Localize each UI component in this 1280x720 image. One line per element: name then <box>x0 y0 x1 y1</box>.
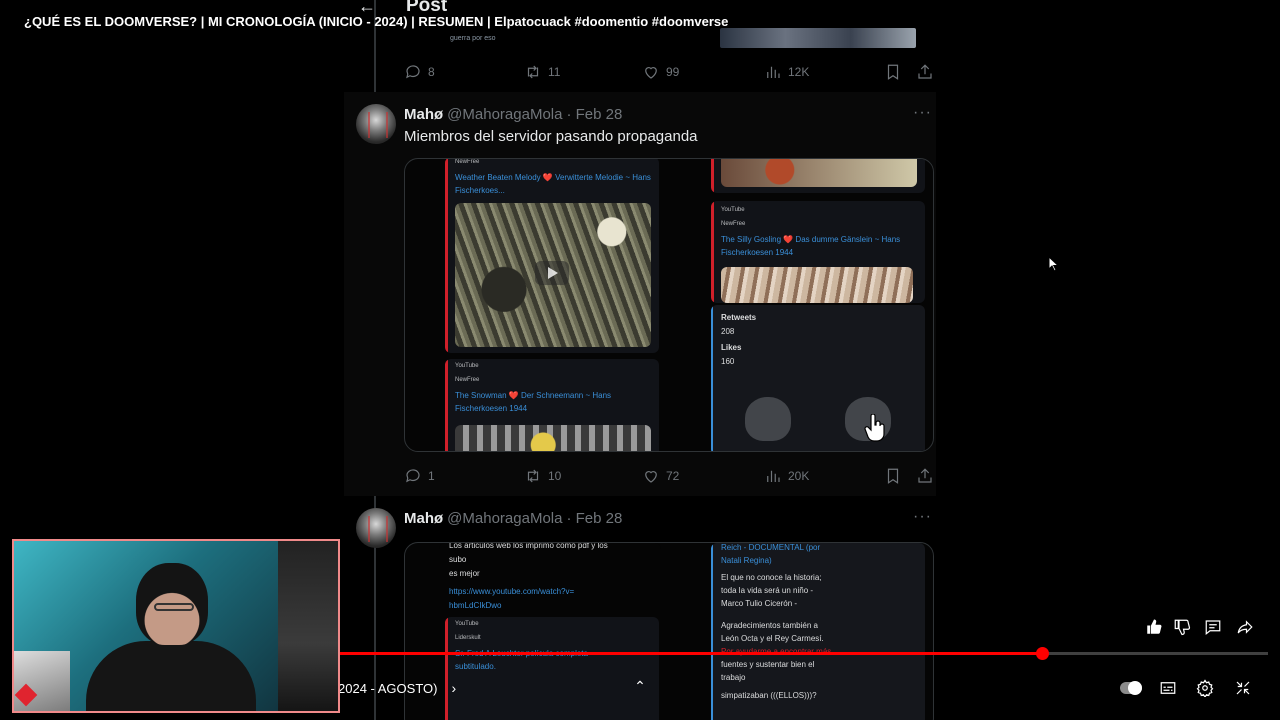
embed-panel <box>711 159 925 193</box>
exit-fullscreen-button[interactable] <box>1231 676 1255 700</box>
reply-icon <box>406 469 420 483</box>
embed-panel: YouTube Liderskult Sr. Fred A Leuchter p… <box>445 617 659 720</box>
author-name[interactable]: Mahø <box>404 510 443 527</box>
repost-icon <box>527 65 539 79</box>
share-tweet-button[interactable] <box>916 467 934 485</box>
video-thumbnail[interactable] <box>455 203 651 347</box>
views-icon <box>767 66 780 78</box>
like-icon <box>1147 619 1162 634</box>
subtitles-icon <box>1160 682 1176 694</box>
mouse-cursor-icon <box>1048 256 1060 272</box>
heart-icon <box>645 471 657 483</box>
repost-icon <box>527 469 539 483</box>
stats-panel: Retweets 208 Likes 160 <box>711 305 925 451</box>
views-button[interactable]: 20K <box>764 467 809 485</box>
upload-icon <box>918 468 932 483</box>
author-handle[interactable]: @MahoragaMola <box>447 510 562 527</box>
previous-tweet-media <box>720 28 916 48</box>
share-icon <box>1237 620 1253 634</box>
repost-button[interactable]: 11 <box>524 63 560 81</box>
tweet-date[interactable]: · Feb 28 <box>566 106 622 123</box>
hand-cursor-icon <box>864 414 885 442</box>
dislike-button[interactable] <box>1170 615 1194 639</box>
views-icon <box>767 470 780 482</box>
progress-bar[interactable] <box>340 647 1268 660</box>
share-button[interactable] <box>1233 615 1257 639</box>
scrubber-handle[interactable] <box>1036 647 1050 660</box>
exit-fullscreen-icon <box>1236 681 1250 695</box>
reply-button[interactable]: 1 <box>404 467 435 485</box>
bookmark-icon <box>887 468 899 484</box>
tweet-date[interactable]: · Feb 28 <box>566 510 622 527</box>
settings-button[interactable] <box>1193 676 1217 700</box>
reply-icon <box>406 65 420 79</box>
comment-icon <box>1205 620 1221 635</box>
tweet-header: Mahø @MahoragaMola · Feb 28 <box>404 106 622 123</box>
chapter-title[interactable]: 2024 - AGOSTO) › <box>338 680 456 696</box>
upload-icon <box>918 64 932 79</box>
embed-panel: YouTube NewFree The Silly Gosling ❤️ Das… <box>711 201 925 303</box>
emoji-blob <box>745 397 791 441</box>
video-frame[interactable]: ¿QUÉ ES EL DOOMVERSE? | MI CRONOLOGÍA (I… <box>0 0 1280 720</box>
embed-panel: Reich - DOCUMENTAL (por Natali Regina) E… <box>711 543 925 720</box>
tweet-media[interactable]: NewFree Weather Beaten Melody ❤️ Verwitt… <box>404 158 934 452</box>
settings-icon <box>1196 679 1214 697</box>
video-thumbnail[interactable] <box>721 267 913 303</box>
tweet-text: Miembros del servidor pasando propaganda <box>404 128 698 145</box>
progress-played <box>340 652 1043 655</box>
play-icon[interactable] <box>535 261 569 285</box>
author-handle[interactable]: @MahoragaMola <box>447 106 562 123</box>
chapter-label: 2024 - AGOSTO) <box>338 680 438 696</box>
autoplay-toggle[interactable] <box>1120 681 1142 695</box>
bookmark-button[interactable] <box>884 63 902 81</box>
share-tweet-button[interactable] <box>916 63 934 81</box>
tweet-media[interactable]: Los articulos web los imprimo como pdf y… <box>404 542 934 720</box>
previous-tweet-snippet: guerra por eso <box>450 35 496 42</box>
author-name[interactable]: Mahø <box>404 106 443 123</box>
bookmark-button[interactable] <box>884 467 902 485</box>
chevron-up-icon[interactable]: ⌃ <box>630 678 650 698</box>
tweet[interactable]: Mahø @MahoragaMola · Feb 28 ··· Miembros… <box>344 92 936 496</box>
video-title: ¿QUÉ ES EL DOOMVERSE? | MI CRONOLOGÍA (I… <box>24 14 729 29</box>
subtitles-button[interactable] <box>1156 676 1180 700</box>
views-button[interactable]: 12K <box>764 63 809 81</box>
youtube-link[interactable]: https://www.youtube.com/watch?v= <box>449 585 574 598</box>
webcam-overlay <box>12 539 340 713</box>
bookmark-icon <box>887 64 899 80</box>
tweet-actions: 1 10 72 20K <box>344 466 936 486</box>
embed-panel: NewFree Weather Beaten Melody ❤️ Verwitt… <box>445 159 659 353</box>
video-thumbnail[interactable] <box>721 159 917 187</box>
comments-button[interactable] <box>1201 615 1225 639</box>
heart-icon <box>645 67 657 79</box>
like-tweet-button[interactable]: 99 <box>642 63 679 81</box>
dislike-icon <box>1174 619 1191 636</box>
like-tweet-button[interactable]: 72 <box>642 467 679 485</box>
avatar[interactable] <box>356 508 396 548</box>
more-options-icon[interactable]: ··· <box>913 104 932 122</box>
avatar[interactable] <box>356 104 396 144</box>
more-options-icon[interactable]: ··· <box>913 508 932 526</box>
repost-button[interactable]: 10 <box>524 467 561 485</box>
chevron-right-icon: › <box>451 680 457 696</box>
video-thumbnail[interactable] <box>455 425 651 451</box>
tweet-actions-top: 8 11 99 12K <box>344 62 936 82</box>
like-button[interactable] <box>1142 615 1166 639</box>
embed-panel: YouTube NewFree The Snowman ❤️ Der Schne… <box>445 359 659 451</box>
tweet-header: Mahø @MahoragaMola · Feb 28 <box>404 510 622 527</box>
youtube-link[interactable]: hbmLdCIkDwo <box>449 599 501 612</box>
reply-button[interactable]: 8 <box>404 63 435 81</box>
